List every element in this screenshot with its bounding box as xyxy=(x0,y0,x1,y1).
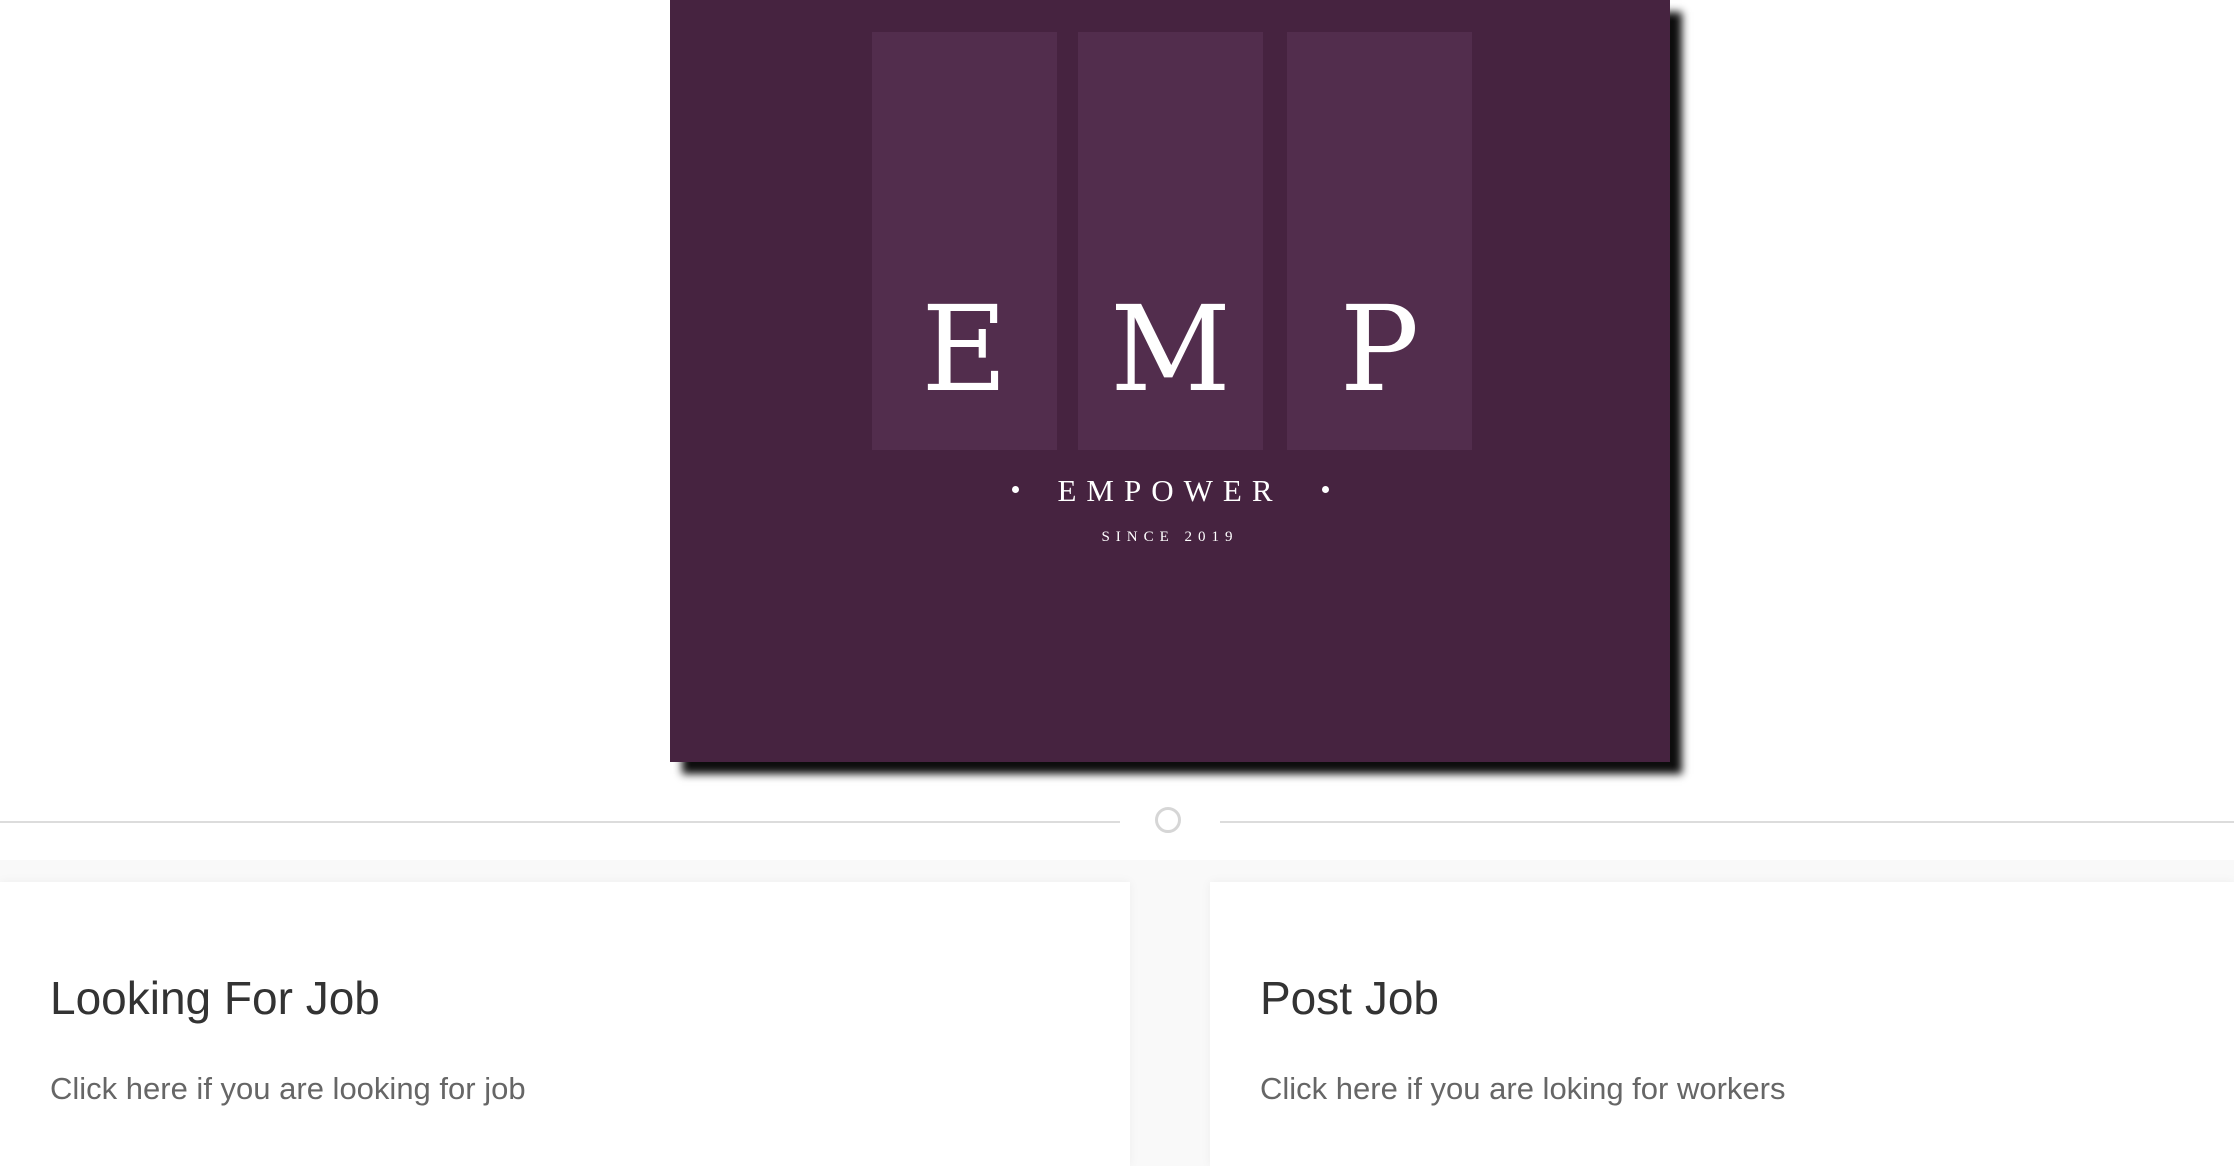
logo-letter-e: E xyxy=(921,280,1008,418)
circle-icon xyxy=(1155,807,1181,833)
divider-line-right xyxy=(1220,821,2234,823)
card-title: Looking For Job xyxy=(50,972,380,1024)
logo-letter-m: M xyxy=(1110,280,1231,418)
logo-dot xyxy=(1012,486,1019,493)
logo-dot xyxy=(1322,486,1329,493)
empower-logo: E M P EMPOWER SINCE 2019 xyxy=(670,0,1670,762)
card-description: Click here if you are loking for workers xyxy=(1260,1071,1786,1106)
card-title: Post Job xyxy=(1260,972,1439,1024)
post-job-card[interactable]: Post Job Click here if you are loking fo… xyxy=(1210,882,2234,1166)
page: E M P EMPOWER SINCE 2019 Looking For Job… xyxy=(0,0,2234,1166)
logo-since-text: SINCE 2019 xyxy=(1101,529,1239,545)
card-description: Click here if you are looking for job xyxy=(50,1071,526,1106)
logo-letter-p: P xyxy=(1339,280,1420,418)
divider-line-left xyxy=(0,821,1120,823)
logo-brand-name: EMPOWER xyxy=(1057,473,1283,508)
looking-for-job-card[interactable]: Looking For Job Click here if you are lo… xyxy=(0,882,1130,1166)
